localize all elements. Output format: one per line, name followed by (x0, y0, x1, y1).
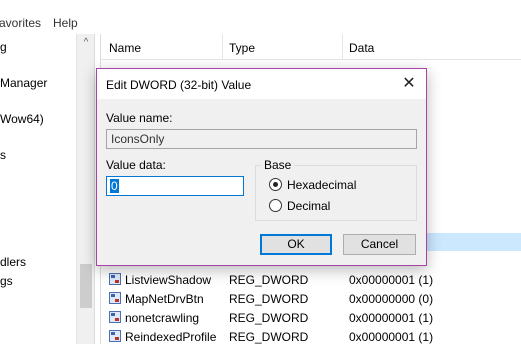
selected-row-highlight (422, 233, 521, 251)
row-type: REG_DWORD (229, 292, 309, 306)
tree-item[interactable]: s (0, 148, 6, 162)
row-data: 0x00000001 (1) (349, 311, 434, 325)
row-name: ReindexedProfile (125, 330, 217, 344)
reg-value-icon (109, 330, 121, 342)
column-divider[interactable] (222, 34, 223, 60)
row-data: 0x00000001 (1) (349, 273, 434, 287)
dialog-title: Edit DWORD (32-bit) Value (106, 78, 252, 92)
tree-item[interactable]: Manager (0, 76, 47, 90)
column-header-type[interactable]: Type (229, 41, 255, 55)
tree-item[interactable]: gs (0, 274, 13, 288)
close-icon[interactable]: ✕ (398, 73, 420, 95)
column-divider[interactable] (342, 34, 343, 60)
radio-label: Hexadecimal (287, 178, 357, 192)
row-name: ListviewShadow (125, 273, 212, 287)
row-type: REG_DWORD (229, 330, 309, 344)
scrollbar-thumb[interactable] (80, 264, 92, 308)
value-name-label: Value name: (106, 111, 173, 125)
radio-unchecked-icon[interactable] (269, 199, 282, 212)
list-header: Name Type Data (101, 34, 521, 60)
scroll-up-arrow-icon[interactable]: ^ (77, 36, 95, 50)
column-header-data[interactable]: Data (349, 41, 374, 55)
table-row[interactable]: ReindexedProfile REG_DWORD 0x00000001 (1… (101, 327, 521, 344)
tree-item[interactable]: dlers (0, 255, 26, 269)
ok-button[interactable]: OK (260, 234, 332, 255)
base-groupbox (255, 165, 417, 221)
column-header-name[interactable]: Name (109, 41, 141, 55)
row-name: nonetcrawling (125, 311, 200, 325)
reg-value-icon (109, 273, 121, 285)
table-row[interactable]: nonetcrawling REG_DWORD 0x00000001 (1) (101, 308, 521, 327)
menu-help[interactable]: Help (53, 16, 78, 30)
row-data: 0x00000000 (0) (349, 292, 434, 306)
row-type: REG_DWORD (229, 311, 309, 325)
table-row[interactable]: ListviewShadow REG_DWORD 0x00000001 (1) (101, 270, 521, 289)
tree-item[interactable]: g (0, 40, 7, 54)
radio-checked-icon[interactable] (269, 178, 282, 191)
value-data-input[interactable]: 0 (106, 176, 244, 196)
table-row[interactable]: MapNetDrvBtn REG_DWORD 0x00000000 (0) (101, 289, 521, 308)
dialog-body: Value name: IconsOnly Value data: 0 Base… (97, 99, 426, 265)
value-data-label: Value data: (106, 158, 166, 172)
value-name-field: IconsOnly (106, 129, 417, 149)
value-data-text: 0 (110, 179, 119, 193)
radio-label: Decimal (287, 199, 331, 213)
tree-item[interactable]: Wow64) (0, 112, 44, 126)
tree-scrollbar[interactable]: ^ (76, 34, 94, 344)
row-data: 0x00000001 (1) (349, 330, 434, 344)
reg-value-icon (109, 311, 121, 323)
row-type: REG_DWORD (229, 273, 309, 287)
base-label: Base (261, 158, 295, 172)
row-name: MapNetDrvBtn (125, 292, 204, 306)
reg-value-icon (109, 292, 121, 304)
menu-bar: avorites Help (0, 0, 521, 34)
menu-favorites[interactable]: avorites (0, 16, 41, 30)
cancel-button[interactable]: Cancel (343, 234, 416, 255)
edit-dword-dialog: Edit DWORD (32-bit) Value ✕ Value name: … (96, 68, 427, 266)
